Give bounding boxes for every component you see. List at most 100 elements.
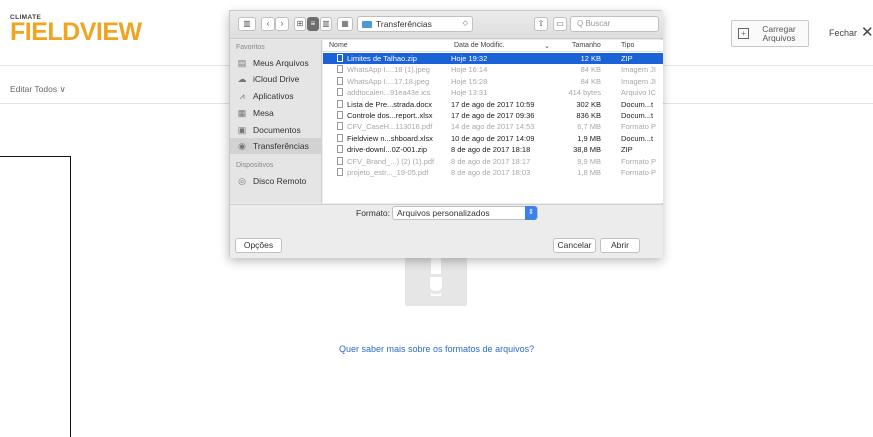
file-name: Limites de Talhao.zip bbox=[347, 54, 417, 63]
location-dropdown[interactable]: Transferências ◇ bbox=[357, 16, 473, 32]
desktop-icon: ▦ bbox=[237, 108, 247, 118]
column-view-button[interactable]: ▥ bbox=[320, 17, 332, 31]
devices-header: Dispositivos bbox=[236, 162, 274, 169]
file-name: addtocalen...91ea43e.ics bbox=[347, 88, 431, 98]
file-row[interactable]: Controle dos...report..xlsx 17 de ago de … bbox=[323, 110, 663, 121]
list-view-button[interactable]: ≡ bbox=[307, 17, 319, 31]
folder-icon bbox=[362, 20, 372, 28]
file-row[interactable]: Limites de Talhao.zip Hoje 19:32 12 KB ZIP bbox=[323, 53, 663, 65]
forward-button[interactable]: › bbox=[275, 17, 289, 31]
sidebar-item-mesa[interactable]: ▦ Mesa bbox=[230, 105, 321, 121]
file-icon bbox=[337, 76, 343, 85]
file-size: 12 KB bbox=[580, 54, 601, 63]
options-button[interactable]: Opções bbox=[235, 238, 282, 253]
location-label: Transferências bbox=[376, 19, 432, 29]
edit-all-dropdown[interactable]: Editar Todos ∨ bbox=[10, 84, 66, 95]
sort-chevron-icon: ⌄ bbox=[544, 43, 550, 50]
file-list: Nome Data de Modific. ⌄ Tamanho Tipo Lim… bbox=[323, 40, 663, 203]
file-size: 84 KB bbox=[580, 65, 601, 75]
file-icon bbox=[337, 99, 343, 108]
file-size: 38,8 MB bbox=[573, 145, 601, 155]
icon-view-button[interactable]: ⊞ bbox=[294, 17, 306, 31]
sidebar-item-label: Documentos bbox=[253, 125, 301, 135]
file-icon bbox=[337, 122, 343, 131]
file-kind: ZIP bbox=[621, 54, 633, 63]
doc-stack-icon: ▤ bbox=[237, 58, 247, 68]
file-icon bbox=[337, 88, 343, 97]
sidebar-item-icloud-drive[interactable]: ☁ iCloud Drive bbox=[230, 71, 321, 87]
file-kind: Formato P bbox=[621, 122, 657, 132]
favorites-header: Favoritos bbox=[236, 44, 265, 51]
file-kind: Imagem JI bbox=[621, 65, 657, 75]
file-size: 302 KB bbox=[576, 99, 601, 109]
file-icon bbox=[337, 168, 343, 176]
sidebar-item-label: iCloud Drive bbox=[253, 74, 300, 84]
file-kind: Docum...t bbox=[621, 133, 654, 143]
file-icon bbox=[337, 133, 343, 142]
search-input[interactable]: Q Buscar bbox=[570, 16, 659, 32]
share-button[interactable]: ⇧ bbox=[534, 17, 548, 31]
back-button[interactable]: ‹ bbox=[261, 17, 275, 31]
format-value: Arquivos personalizados bbox=[397, 208, 490, 218]
dialog-toolbar: ▥ ‹ › ⊞ ≡ ▥ ▦ Transferências ◇ ⇧ ▭ Q Bus… bbox=[230, 11, 663, 39]
column-header-name[interactable]: Nome bbox=[329, 42, 348, 49]
file-icon bbox=[337, 156, 343, 165]
file-kind: Formato P bbox=[621, 168, 657, 177]
zipper-pull bbox=[427, 274, 445, 294]
file-date: 17 de ago de 2017 09:36 bbox=[451, 111, 535, 120]
sidebar-item-meus-arquivos[interactable]: ▤ Meus Arquivos bbox=[230, 55, 321, 71]
file-kind: ZIP bbox=[621, 145, 633, 155]
file-row[interactable]: Lista de Pre...strada.docx 17 de ago de 2… bbox=[323, 99, 663, 110]
file-row[interactable]: CFV_CaseH...113016.pdf 14 de ago de 2017 … bbox=[323, 121, 663, 132]
file-size: 1,8 MB bbox=[577, 168, 601, 177]
file-name: WhatsApp I....17.18.jpeg bbox=[347, 76, 430, 86]
file-row[interactable]: CFV_Brand_...) (2) (1).pdf 8 de ago de 20… bbox=[323, 156, 663, 167]
file-name: drive-downl...0Z-001.zip bbox=[347, 145, 428, 155]
column-header-kind[interactable]: Tipo bbox=[621, 42, 634, 49]
sidebar-item-disco-remoto[interactable]: ◎ Disco Remoto bbox=[230, 173, 321, 189]
file-row[interactable]: WhatsApp I....17.18.jpeg Hoje 15:28 84 KB I… bbox=[323, 76, 663, 87]
file-row[interactable]: addtocalen...91ea43e.ics Hoje 13:31 414 by… bbox=[323, 87, 663, 98]
file-icon bbox=[337, 145, 343, 154]
file-name: Lista de Pre...strada.docx bbox=[347, 99, 433, 109]
chevron-updown-icon: ⇕ bbox=[525, 206, 537, 220]
sidebar-item-documentos[interactable]: ▣ Documentos bbox=[230, 122, 321, 138]
file-date: 8 de ago de 2017 18:17 bbox=[451, 156, 531, 166]
upload-icon: + bbox=[738, 28, 749, 39]
apps-icon: ⩘ bbox=[239, 91, 245, 101]
sidebar-item-label: Mesa bbox=[253, 108, 274, 118]
file-name: WhatsApp I....18 (1).jpeg bbox=[347, 65, 430, 75]
gallery-view-button[interactable]: ▦ bbox=[337, 17, 353, 31]
file-row[interactable]: projeto_estr..._19-05.pdf 8 de ago de 201… bbox=[323, 167, 663, 178]
format-select[interactable]: Arquivos personalizados ⇕ bbox=[392, 206, 538, 220]
upload-files-label: Carregar Arquivos bbox=[762, 23, 796, 43]
screen: CLIMATE FIELDVIEW + Carregar Arquivos Fe… bbox=[0, 0, 873, 437]
close-button[interactable]: Fechar ✕ bbox=[829, 24, 873, 41]
file-open-dialog: ▥ ‹ › ⊞ ≡ ▥ ▦ Transferências ◇ ⇧ ▭ Q Bus… bbox=[229, 10, 663, 258]
file-date: 14 de ago de 2017 14:53 bbox=[451, 122, 535, 132]
column-header-date[interactable]: Data de Modific. bbox=[454, 42, 505, 49]
file-row[interactable]: WhatsApp I....18 (1).jpeg Hoje 16:14 84 KB… bbox=[323, 64, 663, 75]
file-date: Hoje 13:31 bbox=[451, 88, 488, 98]
column-header-size[interactable]: Tamanho bbox=[572, 42, 601, 49]
open-button[interactable]: Abrir bbox=[600, 238, 640, 253]
file-size: 9,9 MB bbox=[577, 156, 601, 166]
upload-files-button[interactable]: + Carregar Arquivos bbox=[731, 20, 809, 47]
file-kind: Arquivo IC bbox=[621, 88, 657, 98]
left-panel bbox=[6, 156, 71, 437]
cloud-icon: ☁ bbox=[237, 74, 247, 84]
file-row[interactable]: Fieldview n...shboard.xlsx 10 de ago de 2… bbox=[323, 133, 663, 144]
sidebar-item-transferencias[interactable]: ◉ Transferências bbox=[230, 138, 321, 154]
file-kind: Formato P bbox=[621, 156, 657, 166]
file-row[interactable]: drive-downl...0Z-001.zip 8 de ago de 2017… bbox=[323, 144, 663, 155]
sidebar-item-label: Meus Arquivos bbox=[253, 58, 309, 68]
close-icon: ✕ bbox=[861, 24, 873, 41]
learn-formats-link[interactable]: Quer saber mais sobre os formatos de arq… bbox=[339, 344, 534, 354]
zip-file-illustration bbox=[405, 256, 467, 306]
sidebar-toggle-button[interactable]: ▥ bbox=[238, 17, 256, 31]
file-date: Hoje 16:14 bbox=[451, 65, 488, 75]
sidebar-item-aplicativos[interactable]: ⩘ Aplicativos bbox=[230, 88, 321, 104]
cancel-button[interactable]: Cancelar bbox=[553, 238, 596, 253]
tag-button[interactable]: ▭ bbox=[553, 17, 567, 31]
file-list-header: Nome Data de Modific. ⌄ Tamanho Tipo bbox=[323, 40, 663, 52]
